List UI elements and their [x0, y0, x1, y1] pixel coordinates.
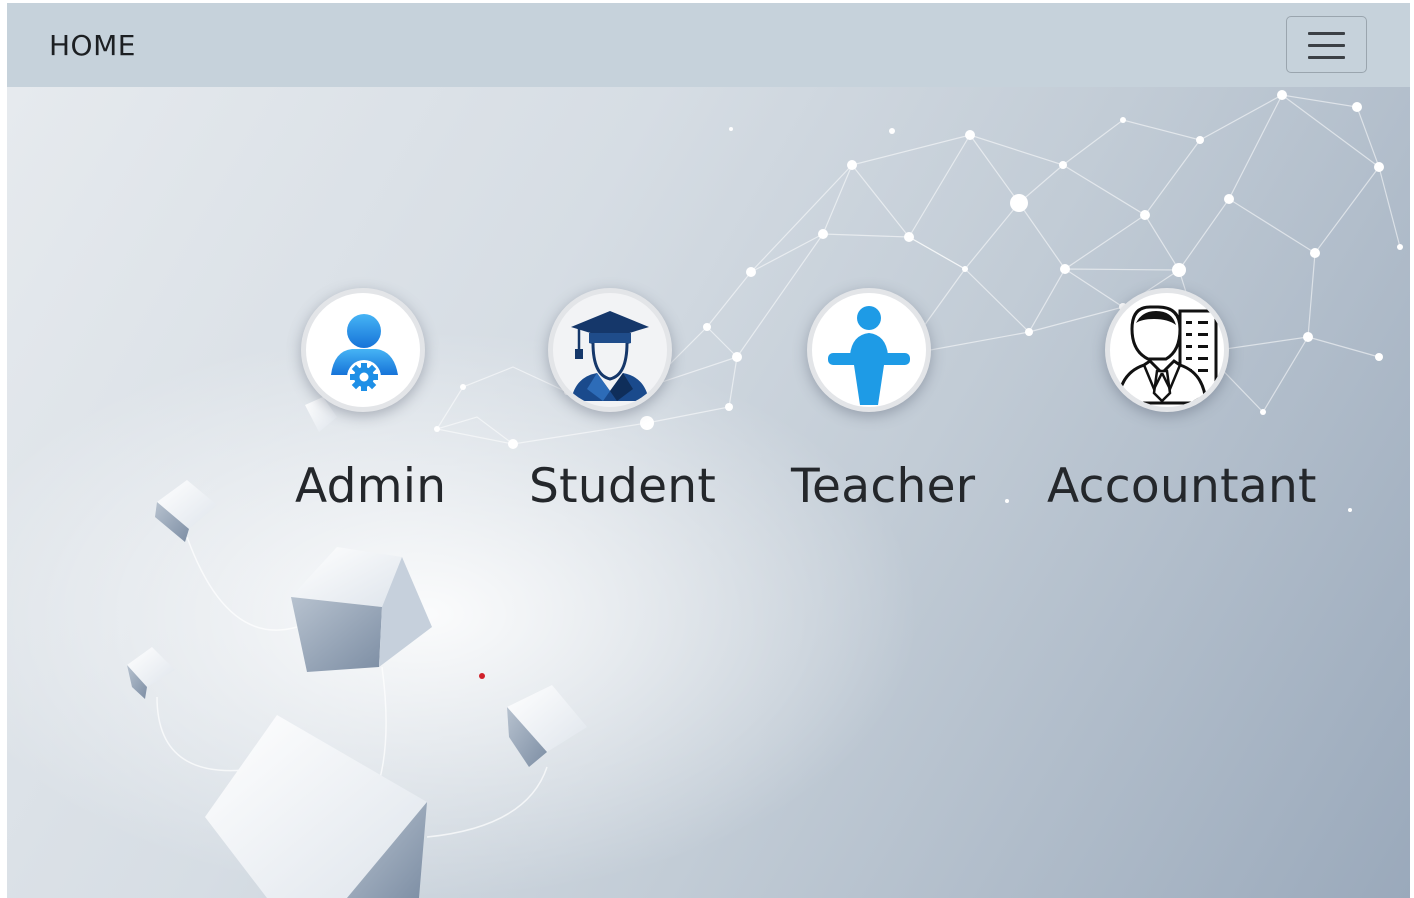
- admin-user-gear-icon: [331, 314, 398, 394]
- home-link[interactable]: HOME: [49, 29, 136, 62]
- navbar-toggler-button[interactable]: [1286, 16, 1367, 73]
- navbar: HOME: [7, 3, 1410, 87]
- graduate-student-icon: [571, 311, 649, 401]
- student-avatar[interactable]: [548, 288, 672, 412]
- role-label-admin[interactable]: Admin: [295, 459, 446, 514]
- role-label-student[interactable]: Student: [529, 459, 716, 514]
- accountant-avatar[interactable]: [1105, 288, 1229, 412]
- teacher-avatar[interactable]: [807, 288, 931, 412]
- teacher-podium-icon: [828, 306, 910, 405]
- role-label-teacher[interactable]: Teacher: [791, 459, 975, 514]
- admin-avatar[interactable]: [301, 288, 425, 412]
- accountant-office-icon: [1116, 305, 1218, 405]
- app-frame: HOME Admin Student Teacher Accountant: [7, 3, 1410, 898]
- role-label-accountant[interactable]: Accountant: [1047, 459, 1317, 514]
- hero-background: Admin Student Teacher Accountant: [7, 87, 1410, 898]
